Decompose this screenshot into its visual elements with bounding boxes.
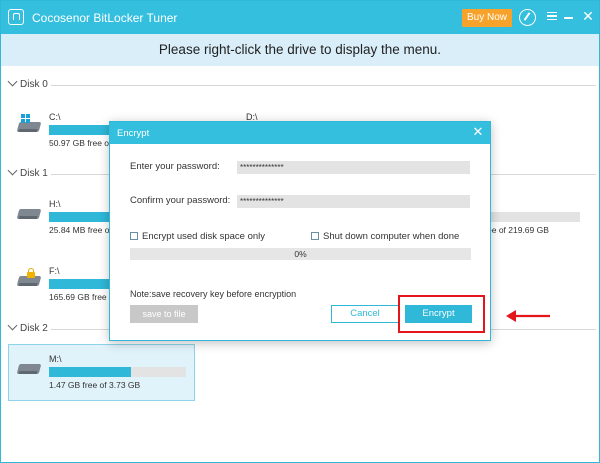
checkbox-label: Encrypt used disk space only: [142, 231, 266, 242]
encrypt-used-space-checkbox[interactable]: Encrypt used disk space only: [130, 231, 265, 242]
windows-icon: [21, 114, 30, 123]
confirm-password-label: Confirm your password:: [130, 195, 231, 206]
app-logo-icon: [8, 9, 24, 25]
arrow-left-icon: [506, 310, 550, 322]
disk-divider: [51, 85, 596, 86]
save-to-file-button[interactable]: save to file: [130, 305, 198, 323]
cancel-button[interactable]: Cancel: [331, 305, 399, 323]
dialog-title-bar: Encrypt ✕: [110, 122, 490, 144]
drive-info: 50.97 GB free of: [49, 138, 112, 148]
drive-icon: [16, 122, 42, 132]
minimize-icon[interactable]: [564, 17, 573, 19]
drive-label: M:\: [49, 354, 62, 364]
password-field[interactable]: [237, 161, 470, 174]
checkbox-label: Shut down computer when done: [323, 231, 460, 242]
instruction-banner: Please right-click the drive to display …: [1, 34, 599, 66]
drive-usage-bar: [49, 367, 186, 377]
checkbox-box[interactable]: [130, 232, 138, 240]
checkbox-box[interactable]: [311, 232, 319, 240]
password-label: Enter your password:: [130, 161, 220, 172]
disk-label: Disk 2: [20, 323, 48, 334]
progress-text: 0%: [294, 249, 307, 259]
chevron-down-icon: [7, 165, 18, 176]
close-icon[interactable]: ✕: [471, 125, 485, 139]
disk-header-2[interactable]: Disk 2: [7, 320, 48, 334]
app-title: Cocosenor BitLocker Tuner: [32, 11, 178, 25]
highlight-box: [398, 295, 485, 333]
disk-header-0[interactable]: Disk 0: [7, 76, 48, 90]
chevron-down-icon: [7, 320, 18, 331]
lock-icon: [27, 268, 35, 279]
close-icon[interactable]: ✕: [581, 9, 595, 23]
disk-label: Disk 0: [20, 79, 48, 90]
shutdown-checkbox[interactable]: Shut down computer when done: [311, 231, 459, 242]
drive-label: H:\: [49, 199, 61, 209]
disk-header-1[interactable]: Disk 1: [7, 165, 48, 179]
menu-icon[interactable]: [547, 12, 557, 20]
drive-m[interactable]: M:\ 1.47 GB free of 3.73 GB: [9, 354, 194, 394]
drive-info: 1.47 GB free of 3.73 GB: [49, 380, 141, 390]
dialog-title: Encrypt: [117, 128, 150, 139]
drive-icon: [16, 209, 42, 219]
encryption-progress-bar: 0%: [130, 248, 471, 260]
disk-label: Disk 1: [20, 168, 48, 179]
chevron-down-icon: [7, 76, 18, 87]
buy-now-button[interactable]: Buy Now: [462, 9, 512, 27]
drive-info: ee of 219.69 GB: [487, 225, 549, 235]
confirm-password-field[interactable]: [237, 195, 470, 208]
drive-info: 165.69 GB free of: [49, 292, 117, 302]
app-window: Cocosenor BitLocker Tuner Buy Now ✕ Plea…: [0, 0, 600, 463]
recovery-note: Note:save recovery key before encryption: [130, 289, 297, 299]
title-bar: Cocosenor BitLocker Tuner Buy Now ✕: [1, 1, 599, 34]
drive-icon: [16, 364, 42, 374]
key-icon[interactable]: [519, 9, 536, 26]
drive-label: F:\: [49, 266, 60, 276]
drive-info: 25.84 MB free of: [49, 225, 112, 235]
drive-label: C:\: [49, 112, 61, 122]
